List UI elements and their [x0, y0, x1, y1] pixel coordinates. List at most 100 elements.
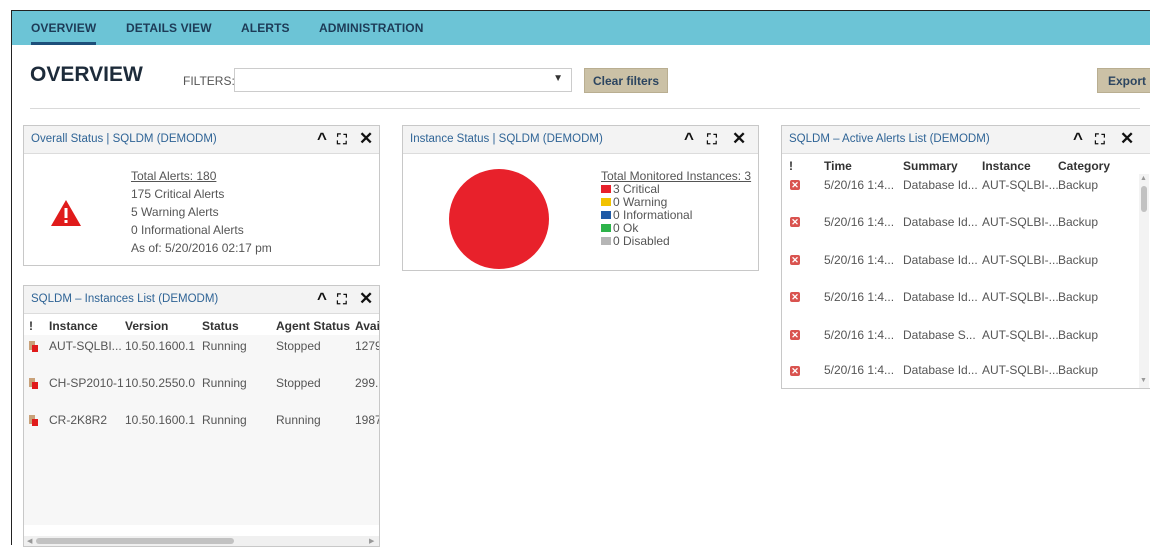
close-icon[interactable]: ✕	[359, 129, 373, 149]
tab-alerts[interactable]: ALERTS	[241, 11, 290, 45]
alert-instance: AUT-SQLBI-...	[982, 253, 1059, 267]
error-icon: ✕	[790, 366, 800, 376]
column-header-agent-status[interactable]: Agent Status	[276, 319, 350, 333]
instances-table-body: AUT-SQLBI... 10.50.1600.1 Running Stoppe…	[24, 335, 380, 525]
expand-icon[interactable]: ⛶	[707, 129, 717, 149]
error-icon: ✕	[790, 292, 800, 302]
collapse-icon[interactable]: ^	[684, 129, 694, 149]
widget-header: SQLDM – Active Alerts List (DEMODM) ^ ⛶ …	[782, 126, 1150, 154]
instance-version: 10.50.1600.1	[125, 413, 196, 427]
error-icon: ✕	[790, 330, 800, 340]
table-row[interactable]: ✕ 5/20/16 1:4... Database Id... AUT-SQLB…	[782, 248, 1137, 285]
tab-overview[interactable]: OVERVIEW	[31, 11, 97, 45]
page-title: OVERVIEW	[30, 63, 143, 86]
column-header-summary[interactable]: Summary	[903, 159, 958, 173]
warning-icon	[51, 200, 81, 226]
active-alerts-widget: SQLDM – Active Alerts List (DEMODM) ^ ⛶ …	[781, 125, 1150, 389]
widget-header: Instance Status | SQLDM (DEMODM) ^ ⛶ ✕	[403, 126, 758, 154]
error-icon: ✕	[790, 255, 800, 265]
warning-alerts-count: 5 Warning Alerts	[131, 205, 219, 219]
column-header-status[interactable]: Status	[202, 319, 239, 333]
top-nav: OVERVIEW DETAILS VIEW ALERTS ADMINISTRAT…	[12, 11, 1150, 45]
availability: 1279	[355, 339, 380, 353]
alert-summary: Database Id...	[903, 215, 978, 229]
overall-status-widget: Overall Status | SQLDM (DEMODM) ^ ⛶ ✕ To…	[23, 125, 380, 266]
availability: 1987	[355, 413, 380, 427]
pie-slice-critical	[449, 169, 549, 269]
instance-version: 10.50.1600.1	[125, 339, 196, 353]
clear-filters-button[interactable]: Clear filters	[584, 68, 668, 93]
instance-status: Running	[202, 339, 247, 353]
alert-category: Backup	[1058, 215, 1099, 229]
alert-time: 5/20/16 1:4...	[824, 253, 895, 267]
alert-instance: AUT-SQLBI-...	[982, 363, 1059, 377]
total-alerts-link[interactable]: Total Alerts: 180	[131, 167, 272, 185]
total-monitored-link[interactable]: Total Monitored Instances: 3	[601, 169, 751, 183]
column-header-instance[interactable]: Instance	[49, 319, 98, 333]
filters-label: FILTERS:	[183, 74, 235, 88]
column-header-category[interactable]: Category	[1058, 159, 1110, 173]
header-divider	[30, 108, 1140, 109]
scrollbar-thumb[interactable]	[1141, 186, 1147, 212]
database-alert-icon	[29, 378, 38, 389]
alert-summary: Database Id...	[903, 253, 978, 267]
tab-details-view[interactable]: DETAILS VIEW	[126, 11, 212, 45]
table-row[interactable]: ✕ 5/20/16 1:4... Database S... AUT-SQLBI…	[782, 322, 1137, 359]
vertical-scrollbar[interactable]: ▲ ▼	[1139, 174, 1149, 388]
column-header-flag[interactable]: !	[789, 159, 793, 173]
expand-icon[interactable]: ⛶	[337, 129, 347, 149]
widget-header: Overall Status | SQLDM (DEMODM) ^ ⛶ ✕	[24, 126, 379, 154]
legend-disabled: 0 Disabled	[601, 235, 751, 248]
table-row[interactable]: ✕ 5/20/16 1:4... Database Id... AUT-SQLB…	[782, 285, 1137, 322]
column-header-flag[interactable]: !	[29, 319, 33, 333]
scroll-down-icon[interactable]: ▼	[1140, 377, 1147, 384]
chevron-down-icon: ▼	[553, 73, 563, 84]
tab-administration[interactable]: ADMINISTRATION	[319, 11, 424, 45]
alert-summary: Database Id...	[903, 178, 978, 192]
expand-icon[interactable]: ⛶	[337, 289, 347, 309]
expand-icon[interactable]: ⛶	[1095, 129, 1105, 149]
scroll-up-icon[interactable]: ▲	[1140, 175, 1147, 182]
alert-instance: AUT-SQLBI-...	[982, 328, 1059, 342]
column-header-time[interactable]: Time	[824, 159, 852, 173]
widget-title: SQLDM – Active Alerts List (DEMODM)	[789, 133, 990, 145]
widget-title: SQLDM – Instances List (DEMODM)	[31, 293, 219, 305]
alert-category: Backup	[1058, 290, 1099, 304]
column-header-avail[interactable]: Avail	[355, 319, 379, 333]
close-icon[interactable]: ✕	[732, 129, 746, 149]
export-button[interactable]: Export	[1097, 68, 1150, 93]
informational-alerts-count: 0 Informational Alerts	[131, 223, 244, 237]
table-row[interactable]: ✕ 5/20/16 1:4... Database Id... AUT-SQLB…	[782, 174, 1137, 211]
scrollbar-thumb[interactable]	[36, 538, 234, 544]
collapse-icon[interactable]: ^	[1073, 129, 1083, 149]
close-icon[interactable]: ✕	[1120, 129, 1134, 149]
error-icon: ✕	[790, 180, 800, 190]
horizontal-scrollbar[interactable]: ◀ ▶	[24, 536, 379, 546]
instance-name: CR-2K8R2	[49, 413, 108, 427]
alert-summary: Database S...	[903, 328, 976, 342]
agent-status: Stopped	[276, 376, 321, 390]
table-row[interactable]: AUT-SQLBI... 10.50.1600.1 Running Stoppe…	[24, 335, 380, 371]
agent-status: Running	[276, 413, 321, 427]
column-header-version[interactable]: Version	[125, 319, 168, 333]
instance-status-widget: Instance Status | SQLDM (DEMODM) ^ ⛶ ✕ T…	[402, 125, 759, 271]
instance-status: Running	[202, 413, 247, 427]
instance-name: AUT-SQLBI...	[49, 339, 122, 353]
table-row[interactable]: CR-2K8R2 10.50.1600.1 Running Running 19…	[24, 407, 380, 443]
collapse-icon[interactable]: ^	[317, 129, 327, 149]
table-row[interactable]: ✕ 5/20/16 1:4... Database Id... AUT-SQLB…	[782, 359, 1137, 388]
table-row[interactable]: ✕ 5/20/16 1:4... Database Id... AUT-SQLB…	[782, 211, 1137, 248]
instance-version: 10.50.2550.0	[125, 376, 196, 390]
alert-time: 5/20/16 1:4...	[824, 215, 895, 229]
collapse-icon[interactable]: ^	[317, 289, 327, 309]
instance-status: Running	[202, 376, 247, 390]
alert-category: Backup	[1058, 178, 1099, 192]
close-icon[interactable]: ✕	[359, 289, 373, 309]
database-alert-icon	[29, 341, 38, 352]
column-header-instance[interactable]: Instance	[982, 159, 1031, 173]
instance-status-pie	[449, 169, 549, 269]
as-of-timestamp: As of: 5/20/2016 02:17 pm	[131, 241, 272, 255]
table-row[interactable]: CH-SP2010-1 10.50.2550.0 Running Stopped…	[24, 371, 379, 407]
error-icon: ✕	[790, 217, 800, 227]
filters-select[interactable]: ▼	[234, 68, 572, 92]
